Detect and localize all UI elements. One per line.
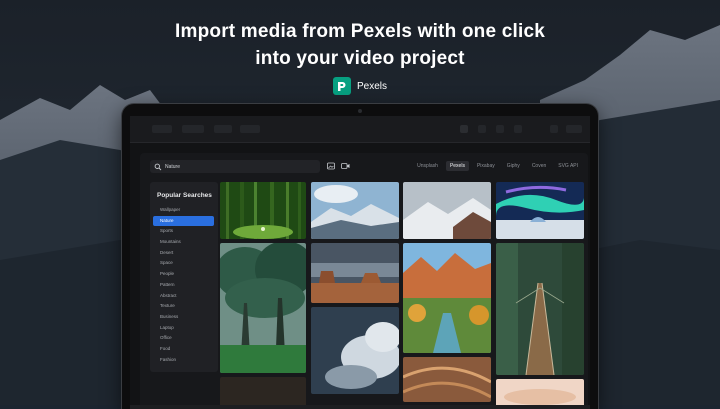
photo-thumbnail[interactable] — [403, 243, 491, 353]
search-icon — [154, 163, 162, 170]
image-icon[interactable] — [327, 162, 335, 170]
sidebar-item-wallpaper[interactable]: Wallpaper — [153, 205, 214, 216]
tab-giphy[interactable]: Giphy — [503, 161, 524, 171]
photo-thumbnail[interactable] — [220, 243, 306, 373]
photo-thumbnail[interactable] — [496, 243, 584, 375]
sidebar-item-people[interactable]: People — [153, 269, 214, 280]
camera-dot — [358, 109, 362, 113]
media-type-filters — [327, 162, 350, 170]
toolbar-icon[interactable] — [496, 125, 504, 133]
sidebar-item-space[interactable]: Space — [153, 258, 214, 269]
laptop-frame: Nature Unsplash Pexels Pixabay Giphy Cov… — [122, 104, 598, 409]
toolbar-item[interactable] — [182, 125, 204, 133]
app-screen: Nature Unsplash Pexels Pixabay Giphy Cov… — [130, 116, 590, 409]
headline: Import media from Pexels with one click … — [0, 18, 720, 72]
sidebar-item-texture[interactable]: Texture — [153, 301, 214, 312]
toolbar-icon[interactable] — [550, 125, 558, 133]
search-value: Nature — [165, 163, 181, 170]
photo-thumbnail[interactable] — [403, 182, 491, 239]
brand: Pexels — [0, 77, 720, 95]
tab-pexels[interactable]: Pexels — [445, 161, 469, 171]
video-icon[interactable] — [341, 162, 350, 170]
popular-searches-title: Popular Searches — [157, 192, 212, 199]
pexels-logo-icon — [332, 77, 351, 95]
toolbar-icon[interactable] — [514, 125, 522, 133]
photo-thumbnail[interactable] — [311, 243, 399, 303]
tab-svg-api[interactable]: SVG API — [554, 161, 582, 171]
sidebar-item-sports[interactable]: Sports — [153, 226, 214, 237]
headline-line-2: into your video project — [255, 48, 465, 69]
photo-thumbnail[interactable] — [403, 357, 491, 402]
sidebar-item-fashion[interactable]: Fashion — [153, 355, 214, 366]
toolbar-button[interactable] — [566, 125, 582, 133]
toolbar-item[interactable] — [152, 125, 172, 133]
popular-searches-panel: Popular Searches Wallpaper Nature Sports… — [150, 182, 218, 372]
sidebar-item-mountains[interactable]: Mountains — [153, 237, 214, 248]
toolbar-icon[interactable] — [478, 125, 486, 133]
photo-results-grid — [220, 182, 584, 409]
toolbar-item[interactable] — [240, 125, 260, 133]
sidebar-item-abstract[interactable]: Abstract — [153, 291, 214, 302]
photo-thumbnail[interactable] — [496, 182, 584, 239]
toolbar-item[interactable] — [214, 125, 232, 133]
sidebar-item-laptop[interactable]: Laptop — [153, 323, 214, 334]
editor-toolbar — [130, 116, 590, 143]
photo-thumbnail[interactable] — [220, 182, 306, 239]
brand-name: Pexels — [356, 80, 387, 92]
media-import-dialog: Nature Unsplash Pexels Pixabay Giphy Cov… — [140, 153, 588, 409]
sidebar-item-nature[interactable]: Nature — [153, 215, 214, 227]
timeline-bar — [130, 405, 590, 409]
headline-line-1: Import media from Pexels with one click — [175, 21, 545, 42]
sidebar-item-food[interactable]: Food — [153, 344, 214, 355]
toolbar-icon[interactable] — [460, 125, 468, 133]
sidebar-item-business[interactable]: Business — [153, 312, 214, 323]
tab-coven[interactable]: Coven — [528, 161, 550, 171]
tab-unsplash[interactable]: Unsplash — [413, 161, 442, 171]
sidebar-item-pattern[interactable]: Pattern — [153, 280, 214, 291]
search-input[interactable]: Nature — [150, 160, 320, 173]
photo-thumbnail[interactable] — [311, 182, 399, 239]
source-tabs: Unsplash Pexels Pixabay Giphy Coven SVG … — [413, 161, 582, 171]
sidebar-item-desert[interactable]: Desert — [153, 248, 214, 259]
tab-pixabay[interactable]: Pixabay — [473, 161, 499, 171]
photo-thumbnail[interactable] — [311, 307, 399, 394]
sidebar-item-office[interactable]: Office — [153, 333, 214, 344]
